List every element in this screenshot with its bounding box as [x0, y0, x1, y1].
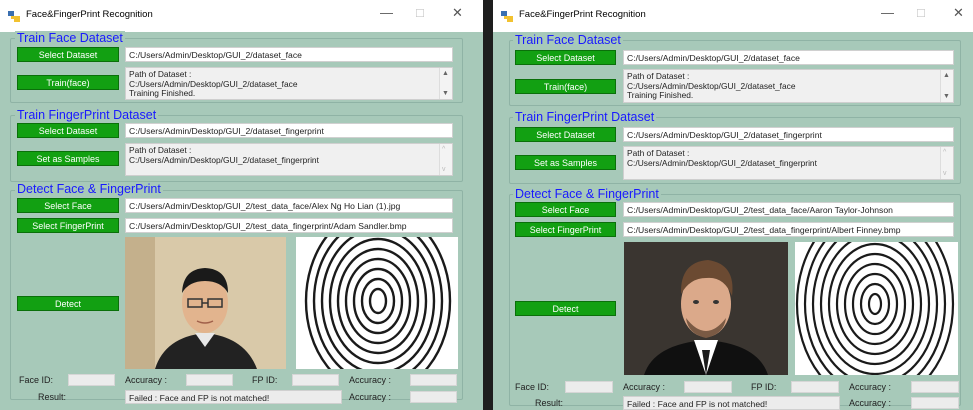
- minimize-button[interactable]: —: [380, 5, 393, 20]
- face-preview-image: [125, 237, 286, 369]
- select-face-button[interactable]: Select Face: [17, 198, 119, 213]
- fp-id-label: FP ID:: [252, 375, 278, 385]
- face-id-field[interactable]: [68, 374, 115, 386]
- fp-training-log[interactable]: Path of Dataset : C:/Users/Admin/Desktop…: [623, 146, 954, 180]
- set-as-samples-button[interactable]: Set as Samples: [515, 155, 616, 170]
- face-image-path-field[interactable]: C:/Users/Admin/Desktop/GUI_2/test_data_f…: [125, 198, 453, 213]
- window-title: Face&FingerPrint Recognition: [519, 9, 646, 20]
- fp-accuracy-field[interactable]: [410, 374, 457, 386]
- left-window: Face&FingerPrint Recognition — □ ✕ Train…: [0, 0, 483, 410]
- fp-accuracy-label: Accuracy :: [349, 375, 392, 385]
- detect-button[interactable]: Detect: [17, 296, 119, 311]
- result-accuracy-field[interactable]: [911, 397, 959, 409]
- screenshot-divider: [483, 0, 493, 410]
- select-face-dataset-button[interactable]: Select Dataset: [515, 50, 616, 65]
- fp-dataset-path-field[interactable]: C:/Users/Admin/Desktop/GUI_2/dataset_fin…: [125, 123, 453, 138]
- set-as-samples-button[interactable]: Set as Samples: [17, 151, 119, 166]
- log-line: C:/Users/Admin/Desktop/GUI_2/dataset_fin…: [627, 157, 817, 168]
- face-image-path-field[interactable]: C:/Users/Admin/Desktop/GUI_2/test_data_f…: [623, 202, 954, 217]
- fingerprint-preview-image: [795, 242, 958, 375]
- fp-accuracy-field[interactable]: [911, 381, 959, 393]
- face-id-label: Face ID:: [515, 382, 550, 392]
- train-fp-heading: Train FingerPrint Dataset: [15, 108, 159, 122]
- minimize-button[interactable]: —: [881, 5, 894, 20]
- train-fp-heading: Train FingerPrint Dataset: [513, 110, 657, 124]
- fp-training-log[interactable]: Path of Dataset : C:/Users/Admin/Desktop…: [125, 143, 453, 176]
- face-training-log[interactable]: Path of Dataset : C:/Users/Admin/Desktop…: [623, 69, 954, 103]
- result-field[interactable]: Failed : Face and FP is not matched!: [623, 396, 840, 410]
- select-fingerprint-button[interactable]: Select FingerPrint: [515, 222, 616, 237]
- python-app-icon: [501, 11, 513, 22]
- select-fingerprint-button[interactable]: Select FingerPrint: [17, 218, 119, 233]
- python-app-icon: [8, 11, 20, 22]
- select-face-dataset-button[interactable]: Select Dataset: [17, 47, 119, 62]
- fp-id-label: FP ID:: [751, 382, 777, 392]
- log-scrollbar[interactable]: ▲ ▼: [940, 70, 953, 102]
- fingerprint-preview-image: [296, 237, 458, 369]
- select-face-button[interactable]: Select Face: [515, 202, 616, 217]
- result-field[interactable]: Failed : Face and FP is not matched!: [125, 390, 342, 404]
- face-accuracy-label: Accuracy :: [125, 375, 168, 385]
- face-accuracy-field[interactable]: [186, 374, 233, 386]
- face-id-field[interactable]: [565, 381, 613, 393]
- result-label: Result:: [535, 398, 564, 408]
- right-titlebar: Face&FingerPrint Recognition — □ ✕: [493, 0, 973, 32]
- train-face-button[interactable]: Train(face): [515, 79, 616, 94]
- log-scrollbar[interactable]: ▲ ▼: [439, 68, 452, 99]
- fingerprint-path-field[interactable]: C:/Users/Admin/Desktop/GUI_2/test_data_f…: [125, 218, 453, 233]
- face-accuracy-field[interactable]: [684, 381, 732, 393]
- close-button[interactable]: ✕: [452, 5, 463, 21]
- log-line: Training Finished.: [129, 88, 196, 98]
- maximize-button[interactable]: □: [416, 5, 424, 20]
- fp-id-field[interactable]: [791, 381, 839, 393]
- face-accuracy-label: Accuracy :: [623, 382, 666, 392]
- detect-button[interactable]: Detect: [515, 301, 616, 316]
- close-button[interactable]: ✕: [953, 5, 964, 21]
- result-label: Result:: [38, 392, 67, 402]
- log-line: C:/Users/Admin/Desktop/GUI_2/dataset_fin…: [129, 154, 319, 165]
- fp-id-field[interactable]: [292, 374, 339, 386]
- log-line: Training Finished.: [627, 90, 694, 100]
- fingerprint-path-field[interactable]: C:/Users/Admin/Desktop/GUI_2/test_data_f…: [623, 222, 954, 237]
- train-face-heading: Train Face Dataset: [513, 33, 623, 47]
- window-title: Face&FingerPrint Recognition: [26, 9, 153, 20]
- select-fp-dataset-button[interactable]: Select Dataset: [17, 123, 119, 138]
- face-training-log[interactable]: Path of Dataset : C:/Users/Admin/Desktop…: [125, 67, 453, 100]
- right-window: Face&FingerPrint Recognition — □ ✕ Train…: [493, 0, 973, 410]
- result-accuracy-label: Accuracy :: [349, 392, 392, 402]
- fp-dataset-path-field[interactable]: C:/Users/Admin/Desktop/GUI_2/dataset_fin…: [623, 127, 954, 142]
- result-accuracy-label: Accuracy :: [849, 398, 892, 408]
- train-face-heading: Train Face Dataset: [15, 31, 125, 45]
- detect-heading: Detect Face & FingerPrint: [15, 182, 163, 196]
- detect-heading: Detect Face & FingerPrint: [513, 187, 661, 201]
- result-accuracy-field[interactable]: [410, 391, 457, 403]
- log-scrollbar[interactable]: ^ v: [940, 147, 953, 179]
- face-id-label: Face ID:: [19, 375, 54, 385]
- face-preview-image: [624, 242, 788, 375]
- log-scrollbar[interactable]: ^ v: [439, 144, 452, 175]
- face-dataset-path-field[interactable]: C:/Users/Admin/Desktop/GUI_2/dataset_fac…: [125, 47, 453, 62]
- maximize-button[interactable]: □: [917, 5, 925, 20]
- face-dataset-path-field[interactable]: C:/Users/Admin/Desktop/GUI_2/dataset_fac…: [623, 50, 954, 65]
- fp-accuracy-label: Accuracy :: [849, 382, 892, 392]
- train-face-button[interactable]: Train(face): [17, 75, 119, 90]
- select-fp-dataset-button[interactable]: Select Dataset: [515, 127, 616, 142]
- left-titlebar: Face&FingerPrint Recognition — □ ✕: [0, 0, 483, 32]
